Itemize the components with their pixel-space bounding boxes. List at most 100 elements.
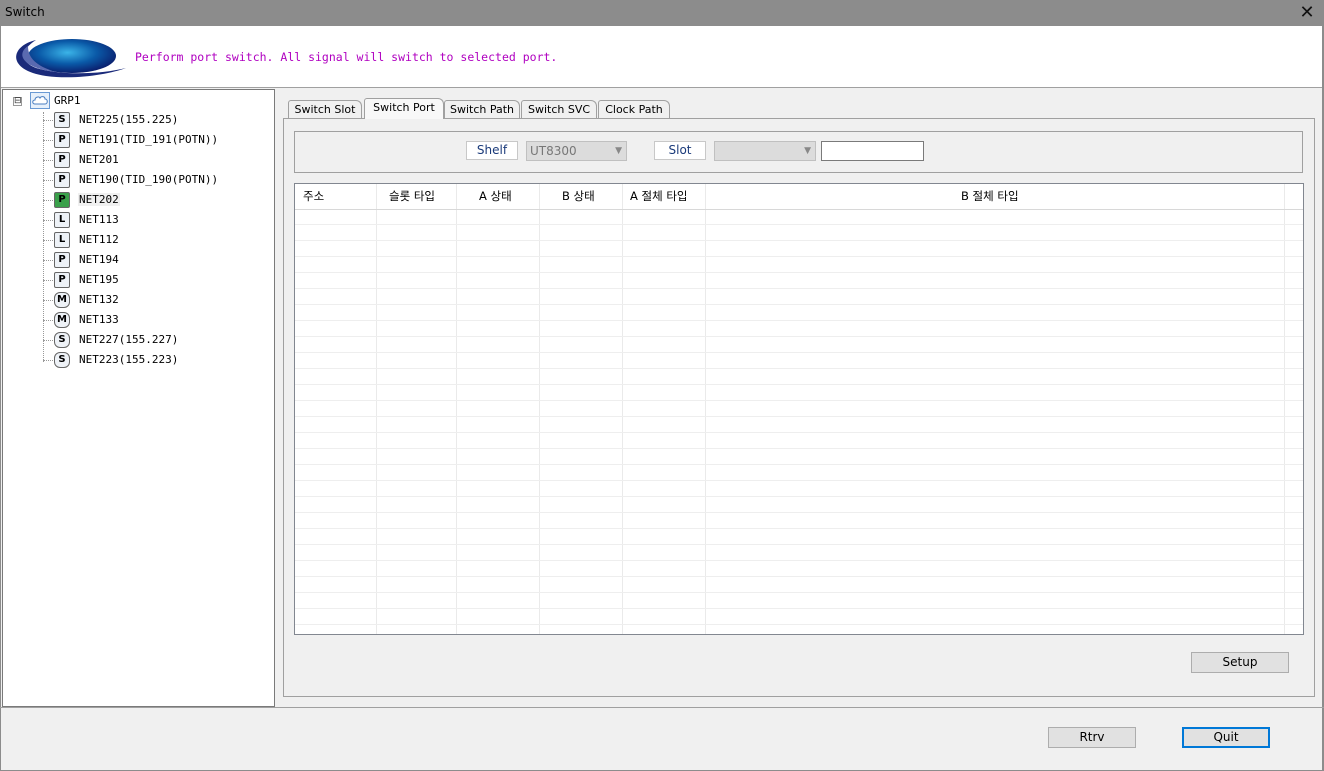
- tree-node-label[interactable]: NET202: [78, 193, 120, 206]
- port-grid[interactable]: 주소 슬롯 타입 A 상태 B 상태 A 절체 타입 B 절체 타입: [294, 183, 1304, 635]
- chevron-down-icon: ▼: [804, 146, 811, 156]
- tree-node[interactable]: S NET225(155.225): [43, 110, 263, 130]
- slot-label: Slot: [654, 141, 706, 160]
- tree-branch: [43, 360, 53, 361]
- column-divider: [705, 184, 706, 634]
- tree-node[interactable]: P NET195: [43, 270, 263, 290]
- tree-node[interactable]: P NET194: [43, 250, 263, 270]
- row-divider: [295, 288, 1303, 289]
- quit-button[interactable]: Quit: [1182, 727, 1270, 748]
- tab-clock-path[interactable]: Clock Path: [598, 100, 670, 119]
- column-header-a-status[interactable]: A 상태: [479, 184, 512, 210]
- collapse-icon[interactable]: ⊟: [13, 97, 22, 106]
- row-divider: [295, 224, 1303, 225]
- row-divider: [295, 480, 1303, 481]
- tree-node-label[interactable]: NET191(TID_191(POTN)): [78, 133, 219, 146]
- tree-branch: [43, 320, 53, 321]
- tab-switch-path[interactable]: Switch Path: [444, 100, 520, 119]
- tab-switch-slot[interactable]: Switch Slot: [288, 100, 362, 119]
- row-divider: [295, 320, 1303, 321]
- column-header-b-status[interactable]: B 상태: [562, 184, 595, 210]
- tree-node[interactable]: S NET227(155.227): [43, 330, 263, 350]
- tree-node-label[interactable]: NET225(155.225): [78, 113, 179, 126]
- shelf-combobox[interactable]: UT8300 ▼: [526, 141, 627, 161]
- tree-node-selected[interactable]: P NET202: [43, 190, 263, 210]
- node-type-icon: M: [54, 312, 70, 328]
- row-divider: [295, 592, 1303, 593]
- column-header-a-switch-type[interactable]: A 절체 타입: [630, 184, 688, 210]
- column-header-slot-type[interactable]: 슬롯 타입: [389, 184, 435, 210]
- node-type-icon: L: [54, 232, 70, 248]
- tree-node[interactable]: P NET191(TID_191(POTN)): [43, 130, 263, 150]
- column-divider: [622, 184, 623, 634]
- tree-node-label[interactable]: NET195: [78, 273, 120, 286]
- column-divider: [376, 184, 377, 634]
- tree-node-label[interactable]: NET223(155.223): [78, 353, 179, 366]
- tree-node-label[interactable]: NET227(155.227): [78, 333, 179, 346]
- tree-root-label[interactable]: GRP1: [54, 94, 81, 107]
- tree-branch: [43, 300, 53, 301]
- row-divider: [295, 448, 1303, 449]
- tree-node-label[interactable]: NET201: [78, 153, 120, 166]
- tab-switch-port[interactable]: Switch Port: [364, 98, 444, 119]
- tree-node-label[interactable]: NET190(TID_190(POTN)): [78, 173, 219, 186]
- node-type-icon: P: [54, 172, 70, 188]
- tree-node-label[interactable]: NET194: [78, 253, 120, 266]
- network-tree[interactable]: ⊟ GRP1 S NET225(155.225) P NET191(TID_191(…: [2, 89, 275, 707]
- row-divider: [295, 336, 1303, 337]
- node-type-icon: S: [54, 112, 70, 128]
- company-logo-icon: [16, 39, 127, 78]
- shelf-label: Shelf: [466, 141, 518, 160]
- column-header-b-switch-type[interactable]: B 절체 타입: [961, 184, 1019, 210]
- row-divider: [295, 432, 1303, 433]
- banner-message: Perform port switch. All signal will swi…: [135, 50, 558, 64]
- row-divider: [295, 352, 1303, 353]
- node-type-icon: P: [54, 132, 70, 148]
- tree-node[interactable]: M NET132: [43, 290, 263, 310]
- row-divider: [295, 400, 1303, 401]
- tree-node-label[interactable]: NET112: [78, 233, 120, 246]
- row-divider: [295, 272, 1303, 273]
- row-divider: [295, 608, 1303, 609]
- node-type-icon: P: [54, 272, 70, 288]
- shelf-value: UT8300: [530, 144, 577, 158]
- close-icon[interactable]: ✕: [1290, 0, 1324, 26]
- node-type-icon: P: [54, 252, 70, 268]
- slot-combobox[interactable]: ▼: [714, 141, 816, 161]
- header-divider: [295, 209, 1303, 210]
- tree-node[interactable]: S NET223(155.223): [43, 350, 263, 370]
- tree-branch: [43, 240, 53, 241]
- tree-branch: [43, 220, 53, 221]
- tree-node[interactable]: L NET113: [43, 210, 263, 230]
- header-banner: Perform port switch. All signal will swi…: [0, 26, 1324, 88]
- tree-node-label[interactable]: NET133: [78, 313, 120, 326]
- tab-switch-svc[interactable]: Switch SVC: [521, 100, 597, 119]
- tree-node[interactable]: P NET201: [43, 150, 263, 170]
- tree-branch: [43, 160, 53, 161]
- column-header-address[interactable]: 주소: [303, 184, 324, 210]
- row-divider: [295, 576, 1303, 577]
- tree-branch: [43, 200, 53, 201]
- row-divider: [295, 464, 1303, 465]
- setup-button[interactable]: Setup: [1191, 652, 1289, 673]
- column-divider: [456, 184, 457, 634]
- window-border-left: [0, 26, 1, 771]
- column-divider: [539, 184, 540, 634]
- tree-branch: [43, 180, 53, 181]
- tree-node[interactable]: L NET112: [43, 230, 263, 250]
- tree-node[interactable]: P NET190(TID_190(POTN)): [43, 170, 263, 190]
- row-divider: [295, 512, 1303, 513]
- tree-branch: [43, 280, 53, 281]
- column-divider: [1284, 184, 1285, 634]
- tree-node-label[interactable]: NET113: [78, 213, 120, 226]
- node-type-icon: P: [54, 192, 70, 208]
- slot-text-field[interactable]: [821, 141, 924, 161]
- tree-branch: [43, 120, 53, 121]
- node-type-icon: M: [54, 292, 70, 308]
- row-divider: [295, 560, 1303, 561]
- rtrv-button[interactable]: Rtrv: [1048, 727, 1136, 748]
- node-type-icon: S: [54, 332, 70, 348]
- node-type-icon: P: [54, 152, 70, 168]
- tree-node-label[interactable]: NET132: [78, 293, 120, 306]
- tree-node[interactable]: M NET133: [43, 310, 263, 330]
